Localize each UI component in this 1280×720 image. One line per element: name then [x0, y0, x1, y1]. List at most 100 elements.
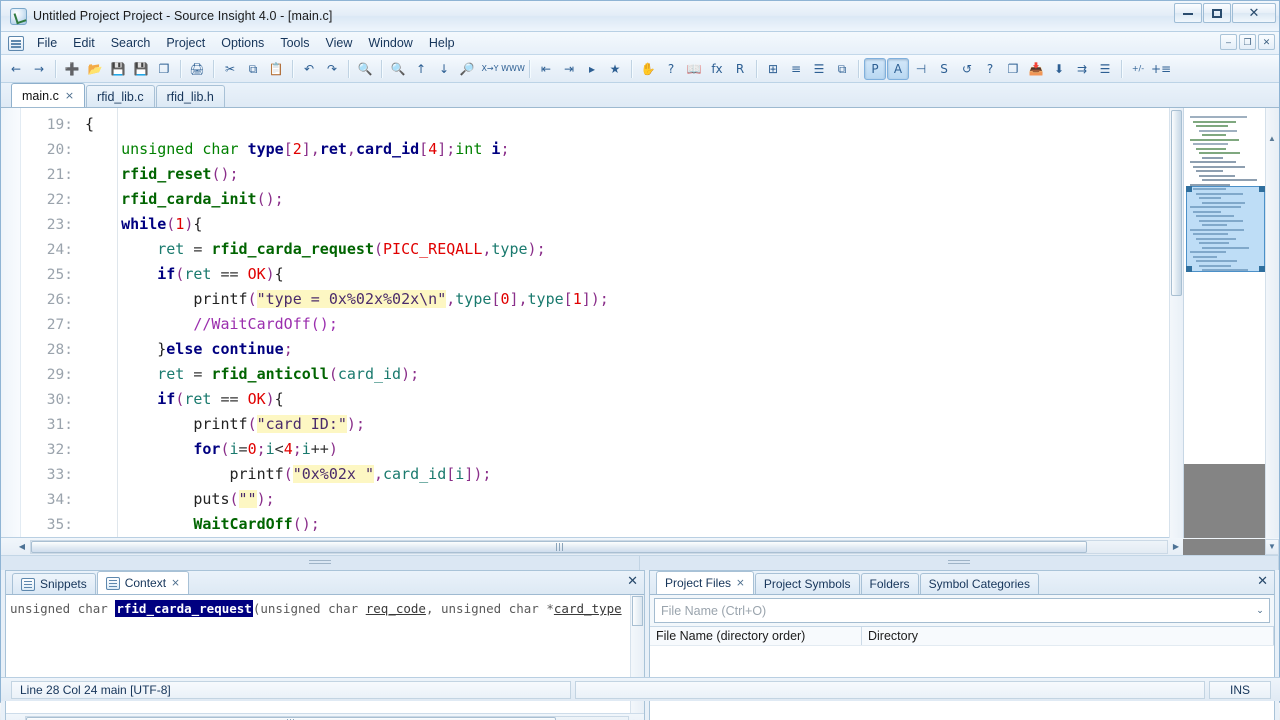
close-file-icon[interactable]: ❐ — [153, 58, 175, 80]
splitter-right-grip[interactable] — [640, 556, 1279, 570]
panel-splitter[interactable] — [1, 556, 1279, 570]
help-window-icon[interactable]: ? — [979, 58, 1001, 80]
undo-icon[interactable]: ↶ — [298, 58, 320, 80]
add-to-list-icon[interactable]: +≡ — [1150, 58, 1172, 80]
tab-project-symbols[interactable]: Project Symbols — [754, 573, 860, 594]
column-header-file-name[interactable]: File Name (directory order) — [650, 627, 862, 645]
snippets-window-icon[interactable]: S — [933, 58, 955, 80]
project-panel-close-icon[interactable]: ✕ — [1257, 574, 1268, 589]
editor-selection-margin[interactable] — [1, 108, 21, 537]
tab-context[interactable]: Context × — [96, 571, 189, 594]
lookup-reference-icon[interactable]: 🔎 — [456, 58, 478, 80]
chevron-down-icon[interactable]: ⌄ — [1251, 605, 1269, 616]
code-line[interactable]: 30: if(ret == OK){ — [21, 387, 1279, 412]
tab-folders[interactable]: Folders — [860, 573, 919, 594]
tile-horizontal-icon[interactable]: ⊞ — [762, 58, 784, 80]
code-pane[interactable]: 19:{20: unsigned char type[2],ret,card_i… — [21, 108, 1279, 537]
context-hscroll-track[interactable] — [25, 715, 629, 720]
menu-item-view[interactable]: View — [318, 33, 361, 54]
code-line[interactable]: 35: WaitCardOff(); — [21, 512, 1279, 537]
code-line[interactable]: 25: if(ret == OK){ — [21, 262, 1279, 287]
open-file-icon[interactable]: 📂 — [84, 58, 106, 80]
context-horizontal-scrollbar[interactable]: ◀ ▶ — [6, 713, 644, 720]
code-line[interactable]: 21: rfid_reset(); — [21, 162, 1279, 187]
relation-window-icon[interactable]: R — [729, 58, 751, 80]
search-forward-icon[interactable]: ↓ — [433, 58, 455, 80]
context-help-icon[interactable]: ? — [660, 58, 682, 80]
tab-project-files[interactable]: Project Files × — [656, 571, 754, 594]
close-button[interactable]: ✕ — [1232, 3, 1276, 23]
navigate-forward-icon[interactable]: → — [28, 58, 50, 80]
code-line[interactable]: 29: ret = rfid_anticoll(card_id); — [21, 362, 1279, 387]
print-icon[interactable]: 🖨 — [186, 58, 208, 80]
file-name-search-input[interactable] — [655, 603, 1251, 618]
code-line[interactable]: 27: //WaitCardOff(); — [21, 312, 1279, 337]
column-header-directory[interactable]: Directory — [862, 627, 1274, 645]
tab-close-icon[interactable]: × — [65, 89, 74, 102]
tab-close-icon[interactable]: × — [171, 577, 180, 589]
context-vscroll-thumb[interactable] — [632, 596, 643, 626]
project-window-toggle-icon[interactable]: P — [864, 57, 886, 80]
scroll-right-icon[interactable]: ▶ — [630, 715, 644, 720]
mdi-minimize-button[interactable]: – — [1220, 34, 1237, 50]
code-line[interactable]: 32: for(i=0;i<4;i++) — [21, 437, 1279, 462]
copy-icon[interactable]: ⧉ — [242, 58, 264, 80]
cut-icon[interactable]: ✂ — [219, 58, 241, 80]
code-minimap[interactable]: ▲ — [1183, 108, 1279, 538]
tab-close-icon[interactable]: × — [736, 577, 745, 589]
function-jump-icon[interactable]: fx — [706, 58, 728, 80]
maximize-restore-button[interactable] — [1203, 3, 1231, 23]
jump-backward-icon[interactable]: ⇤ — [535, 58, 557, 80]
tab-main-c[interactable]: main.c × — [11, 83, 86, 107]
web-search-icon[interactable]: WWW — [501, 58, 525, 80]
search-icon[interactable]: 🔍 — [354, 58, 376, 80]
scroll-left-icon[interactable]: ◀ — [10, 715, 24, 720]
file-name-search-box[interactable]: ⌄ — [654, 598, 1270, 623]
scroll-right-icon[interactable]: ▶ — [1169, 539, 1183, 554]
symbol-window-toggle-icon[interactable]: ⊣ — [910, 58, 932, 80]
paste-clip-icon[interactable]: 📥 — [1025, 58, 1047, 80]
scroll-down-icon[interactable]: ▼ — [1265, 538, 1279, 555]
mdi-restore-button[interactable]: ❐ — [1239, 34, 1256, 50]
context-panel-close-icon[interactable]: ✕ — [627, 574, 638, 589]
jump-to-definition-icon[interactable]: ▸ — [581, 58, 603, 80]
browse-project-symbols-icon[interactable]: ✋ — [637, 58, 659, 80]
search-files-icon[interactable]: 🔍 — [387, 58, 409, 80]
redo-icon[interactable]: ↷ — [321, 58, 343, 80]
code-line[interactable]: 24: ret = rfid_carda_request(PICC_REQALL… — [21, 237, 1279, 262]
search-backward-icon[interactable]: ↑ — [410, 58, 432, 80]
bird-macro-icon[interactable]: ⬇ — [1048, 58, 1070, 80]
menu-item-window[interactable]: Window — [360, 33, 420, 54]
cascade-windows-icon[interactable]: ⧉ — [831, 58, 853, 80]
code-line[interactable]: 19: { — [21, 112, 1279, 137]
mdi-close-button[interactable]: ✕ — [1258, 34, 1275, 50]
splitter-left-grip[interactable] — [1, 556, 640, 570]
tab-rfid-lib-h[interactable]: rfid_lib.h — [155, 85, 225, 107]
code-line[interactable]: 22: rfid_carda_init(); — [21, 187, 1279, 212]
code-line[interactable]: 23: while(1){ — [21, 212, 1279, 237]
tab-rfid-lib-c[interactable]: rfid_lib.c — [86, 85, 155, 107]
save-file-icon[interactable]: 💾 — [107, 58, 129, 80]
context-hscroll-thumb[interactable] — [26, 716, 556, 720]
editor-vertical-scrollbar[interactable] — [1169, 108, 1183, 538]
scroll-up-icon[interactable]: ▲ — [1266, 132, 1278, 144]
code-line[interactable]: 34: puts(""); — [21, 487, 1279, 512]
tile-vertical-icon[interactable]: ≡ — [785, 58, 807, 80]
smart-rename-icon[interactable]: ↺ — [956, 58, 978, 80]
code-line[interactable]: 20: unsigned char type[2],ret,card_id[4]… — [21, 137, 1279, 162]
menu-item-edit[interactable]: Edit — [65, 33, 103, 54]
new-file-icon[interactable]: ➕ — [61, 58, 83, 80]
menu-item-project[interactable]: Project — [158, 33, 213, 54]
replace-icon[interactable]: X→Y — [479, 58, 501, 80]
code-line[interactable]: 33: printf("0x%02x ",card_id[i]); — [21, 462, 1279, 487]
code-line[interactable]: 28: }else continue; — [21, 337, 1279, 362]
file-list-icon[interactable]: ☰ — [1094, 58, 1116, 80]
code-line[interactable]: 31: printf("card ID:"); — [21, 412, 1279, 437]
reference-book-icon[interactable]: 📖 — [683, 58, 705, 80]
hscroll-track[interactable] — [30, 539, 1168, 554]
editor-horizontal-scrollbar[interactable]: ◀ ▶ ▼ — [1, 538, 1279, 556]
menu-item-help[interactable]: Help — [421, 33, 463, 54]
minimap-viewport[interactable] — [1186, 186, 1265, 272]
add-remove-file-icon[interactable]: +/- — [1127, 58, 1149, 80]
paste-icon[interactable]: 📋 — [265, 58, 287, 80]
